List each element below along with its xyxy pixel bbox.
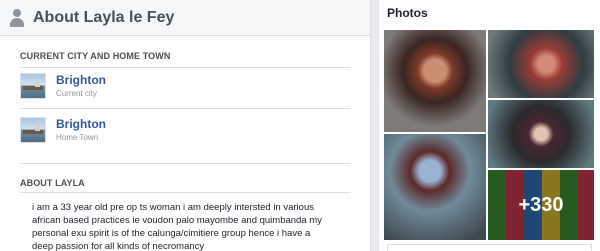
divider bbox=[20, 163, 351, 164]
about-text-line: personal exu spirit is of the calunga/ci… bbox=[32, 228, 311, 239]
divider bbox=[20, 108, 351, 109]
about-text: i am a 33 year old pre op ts woman i am … bbox=[32, 201, 362, 251]
place-row-home-town: Brighton Home Town bbox=[20, 117, 106, 143]
about-header: About Layla le Fey bbox=[0, 0, 370, 36]
about-panel: About Layla le Fey CURRENT CITY AND HOME… bbox=[0, 0, 371, 251]
about-title: About Layla le Fey bbox=[33, 8, 175, 26]
photo-thumbnail[interactable] bbox=[488, 30, 594, 98]
about-text-line: african based practices ie voudon palo m… bbox=[32, 215, 322, 226]
section-title-about: ABOUT LAYLA bbox=[20, 178, 85, 188]
photos-panel: Photos +330 bbox=[379, 0, 600, 251]
place-type: Current city bbox=[56, 89, 97, 98]
photos-title[interactable]: Photos bbox=[387, 6, 428, 20]
city-thumbnail[interactable] bbox=[20, 117, 46, 143]
place-link[interactable]: Brighton bbox=[56, 73, 106, 88]
photo-thumbnail[interactable] bbox=[488, 100, 594, 168]
city-thumbnail[interactable] bbox=[20, 73, 46, 99]
photo-thumbnail[interactable] bbox=[384, 134, 486, 240]
person-icon bbox=[10, 8, 24, 27]
section-title-city: CURRENT CITY AND HOME TOWN bbox=[20, 51, 171, 61]
place-row-current-city: Brighton Current city bbox=[20, 73, 106, 99]
place-link[interactable]: Brighton bbox=[56, 117, 106, 132]
about-text-line: deep passion for all kinds of necromancy bbox=[32, 241, 205, 251]
more-photos-count[interactable]: +330 bbox=[488, 170, 594, 240]
next-section-box bbox=[387, 244, 592, 251]
divider bbox=[20, 192, 351, 193]
about-text-line: i am a 33 year old pre op ts woman i am … bbox=[32, 202, 314, 213]
photo-thumbnail[interactable] bbox=[384, 30, 486, 132]
place-type: Home Town bbox=[56, 133, 99, 142]
divider bbox=[20, 67, 351, 68]
